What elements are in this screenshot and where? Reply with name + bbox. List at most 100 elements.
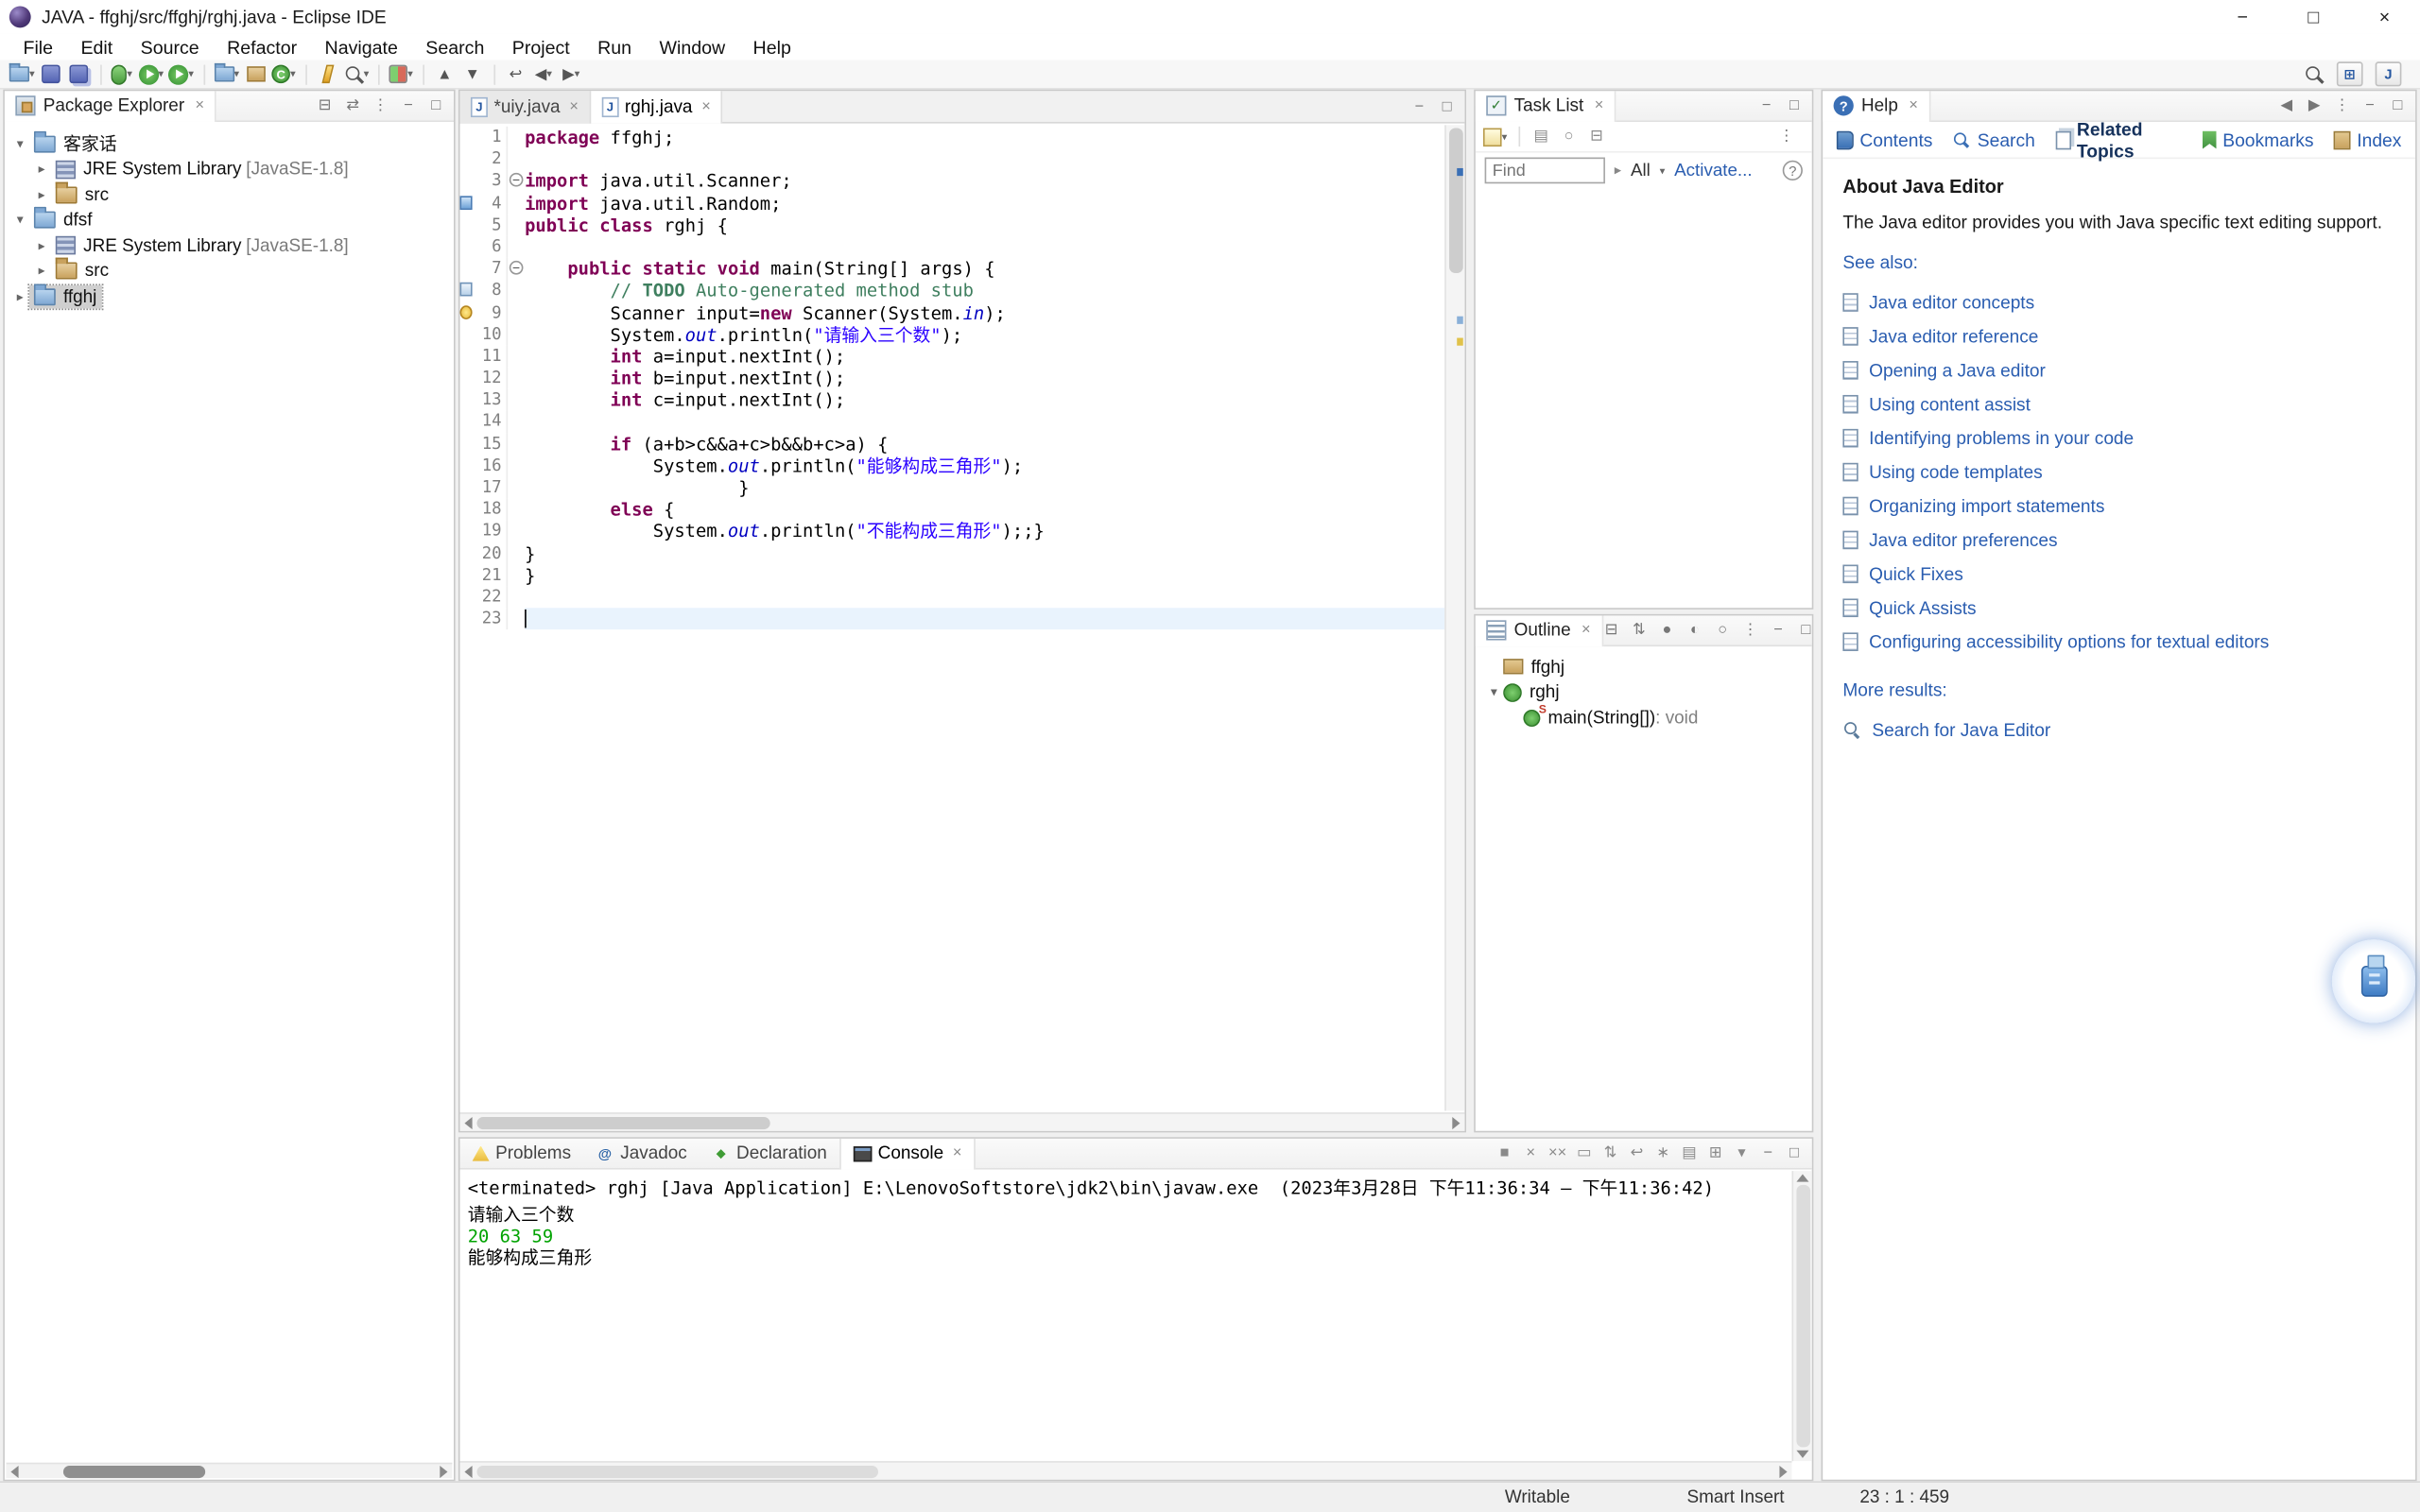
scroll-up-icon[interactable] (1796, 1174, 1808, 1181)
coverage-icon[interactable]: ▾ (389, 61, 413, 86)
code-text[interactable]: int c=input.nextInt(); (525, 389, 1444, 411)
expander-icon[interactable]: ▾ (1485, 684, 1504, 701)
marker-column[interactable] (460, 301, 475, 323)
close-view-icon[interactable]: × (1595, 97, 1604, 114)
menu-navigate[interactable]: Navigate (311, 36, 412, 58)
hide-fields-icon[interactable]: ● (1658, 622, 1675, 639)
help-tab-bookmarks[interactable]: Bookmarks (2203, 129, 2314, 150)
scroll-right-icon[interactable] (1779, 1465, 1787, 1477)
outline-item[interactable]: ffghj (1476, 654, 1812, 679)
fold-column[interactable] (507, 433, 526, 455)
line-number[interactable]: 7 (474, 258, 506, 280)
marker-column[interactable] (460, 564, 475, 586)
package-explorer-tab[interactable]: Package Explorer × (5, 91, 216, 122)
expander-icon[interactable]: ▾ (10, 135, 29, 152)
help-link[interactable]: Configuring accessibility options for te… (1869, 632, 2269, 652)
menu-window[interactable]: Window (646, 36, 739, 58)
editor-tab-uiy-java[interactable]: J*uiy.java× (460, 91, 591, 123)
code-line[interactable]: 8 // TODO Auto-generated method stub (460, 280, 1445, 301)
scroll-left-icon[interactable] (464, 1465, 472, 1477)
hide-static-members-icon[interactable]: ◐ (1686, 622, 1703, 639)
help-link[interactable]: Using code templates (1869, 462, 2042, 482)
marker-column[interactable] (460, 476, 475, 498)
scrollbar-thumb[interactable] (1449, 129, 1463, 273)
fold-column[interactable] (507, 215, 526, 236)
expander-icon[interactable]: ▸ (32, 161, 51, 178)
marker-column[interactable] (460, 148, 475, 170)
code-text[interactable]: System.out.println("不能构成三角形");;} (525, 521, 1444, 542)
maximize-view-icon[interactable]: □ (1786, 1144, 1803, 1161)
menu-project[interactable]: Project (498, 36, 583, 58)
code-line[interactable]: 22 (460, 586, 1445, 608)
save-icon[interactable] (40, 61, 62, 86)
collapse-all-icon[interactable]: ⊟ (1603, 622, 1620, 639)
code-text[interactable]: import java.util.Random; (525, 192, 1444, 214)
marker-column[interactable] (460, 608, 475, 629)
fold-column[interactable] (507, 301, 526, 323)
last-edit-location-icon[interactable]: ↩ (504, 61, 527, 86)
code-line[interactable]: 10 System.out.println("请输入三个数"); (460, 323, 1445, 345)
code-line[interactable]: 6 (460, 236, 1445, 258)
expander-icon[interactable]: ▾ (10, 212, 29, 229)
scrollbar-thumb[interactable] (1796, 1185, 1810, 1448)
close-button[interactable]: × (2349, 0, 2420, 34)
scroll-left-icon[interactable] (464, 1116, 472, 1128)
code-line[interactable]: 23 (460, 608, 1445, 629)
code-text[interactable]: } (525, 476, 1444, 498)
code-line[interactable]: 18 else { (460, 499, 1445, 521)
marker-column[interactable] (460, 368, 475, 389)
tree-item[interactable]: ▸src (5, 258, 454, 284)
view-menu-icon[interactable]: ⋮ (2334, 97, 2351, 114)
code-text[interactable] (525, 586, 1444, 608)
fold-column[interactable] (507, 323, 526, 345)
marker-column[interactable] (460, 389, 475, 411)
help-link[interactable]: Java editor preferences (1869, 530, 2057, 550)
java-perspective-icon[interactable]: J (2376, 61, 2402, 86)
line-number[interactable]: 5 (474, 215, 506, 236)
expander-icon[interactable]: ▸ (10, 288, 29, 305)
usb-drive-overlay-icon[interactable] (2332, 939, 2415, 1022)
terminate-icon[interactable]: ■ (1496, 1144, 1513, 1161)
menu-run[interactable]: Run (583, 36, 645, 58)
task-list-tab[interactable]: ✓ Task List × (1476, 91, 1616, 122)
code-text[interactable]: public class rghj { (525, 215, 1444, 236)
tree-item[interactable]: ▸src (5, 182, 454, 208)
help-tab-related-topics[interactable]: Related Topics (2055, 118, 2183, 162)
minimize-view-icon[interactable]: − (1758, 97, 1775, 114)
editor-hscrollbar[interactable] (460, 1112, 1465, 1131)
help-link[interactable]: Quick Assists (1869, 598, 1976, 618)
fold-collapse-icon[interactable]: − (510, 173, 524, 187)
line-number[interactable]: 18 (474, 499, 506, 521)
close-view-icon[interactable]: × (196, 97, 205, 114)
filter-completed-icon[interactable]: ○ (1558, 129, 1580, 146)
code-line[interactable]: 2 (460, 148, 1445, 170)
menu-source[interactable]: Source (127, 36, 213, 58)
hide-non-public-icon[interactable]: ○ (1714, 622, 1731, 639)
marker-column[interactable] (460, 236, 475, 258)
code-text[interactable] (525, 236, 1444, 258)
code-line[interactable]: 12 int b=input.nextInt(); (460, 368, 1445, 389)
help-tab-index[interactable]: Index (2334, 129, 2402, 150)
scroll-right-icon[interactable] (1452, 1116, 1460, 1128)
close-view-icon[interactable]: × (1909, 97, 1918, 114)
code-text[interactable]: System.out.println("能够构成三角形"); (525, 455, 1444, 476)
view-menu-icon[interactable]: ⋮ (1742, 622, 1759, 639)
code-line[interactable]: 3−import java.util.Scanner; (460, 170, 1445, 192)
close-tab-icon[interactable]: × (701, 98, 711, 115)
external-tools-icon[interactable]: ▾ (168, 61, 194, 86)
forward-icon[interactable]: ▶▾ (560, 61, 582, 86)
help-tab-search[interactable]: Search (1953, 129, 2035, 150)
menu-edit[interactable]: Edit (67, 36, 127, 58)
close-tab-icon[interactable]: × (569, 98, 579, 115)
console-vscrollbar[interactable] (1792, 1171, 1812, 1461)
new-task-icon[interactable]: ▾ (1483, 124, 1507, 148)
code-line[interactable]: 5 public class rghj { (460, 215, 1445, 236)
code-line[interactable]: 11 int a=input.nextInt(); (460, 346, 1445, 368)
fold-column[interactable]: − (507, 170, 526, 192)
tab-javadoc[interactable]: @Javadoc (583, 1138, 700, 1169)
fold-column[interactable] (507, 521, 526, 542)
back-icon[interactable]: ◀▾ (532, 61, 555, 86)
fold-column[interactable] (507, 542, 526, 564)
minimize-view-icon[interactable]: − (1770, 622, 1787, 639)
save-all-icon[interactable] (67, 61, 90, 86)
